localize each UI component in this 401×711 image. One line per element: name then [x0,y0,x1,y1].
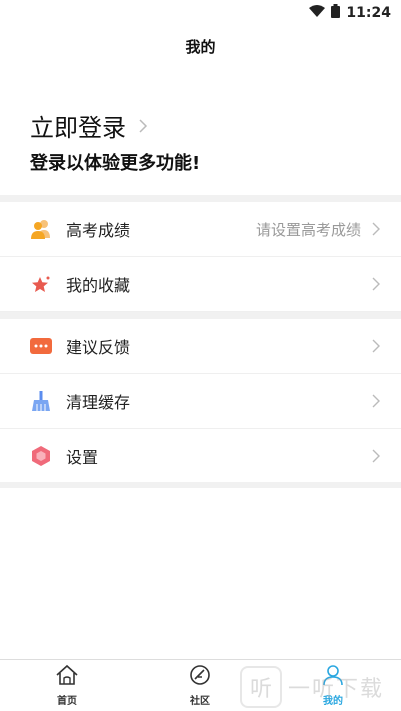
login-title[interactable]: 立即登录 [30,108,126,143]
tab-home[interactable]: 首页 [37,664,97,707]
menu-item-favorites[interactable]: 我的收藏 [0,257,401,312]
status-time: 11:24 [346,5,391,21]
home-icon [55,664,79,690]
divider [0,195,401,202]
broom-icon [30,390,52,412]
menu-item-settings[interactable]: 设置 [0,429,401,484]
login-subtitle: 登录以体验更多功能! [30,153,201,174]
menu-item-feedback[interactable]: 建议反馈 [0,319,401,374]
tab-label-community: 社区 [190,696,210,707]
watermark-logo: 听 [240,666,282,708]
chevron-right-icon [367,449,385,463]
menu-item-scores[interactable]: 高考成绩 请设置高考成绩 [0,202,401,257]
status-bar: 11:24 [0,0,401,26]
menu-label-settings: 设置 [66,448,99,467]
chevron-right-icon [367,339,385,353]
watermark-text: 一听下载 [288,677,385,702]
chevron-right-icon [367,394,385,408]
chevron-right-icon [138,112,148,140]
watermark: 听 一听下载 [240,666,400,708]
battery-icon [331,4,341,22]
star-icon [30,273,52,295]
divider [0,312,401,319]
tab-label-home: 首页 [57,696,77,707]
community-icon [188,664,212,690]
chevron-right-icon [367,222,385,236]
settings-hexagon-icon [30,445,52,467]
login-section[interactable]: 立即登录 登录以体验更多功能! [30,108,200,175]
tab-community[interactable]: 社区 [170,664,230,707]
menu-label-feedback: 建议反馈 [66,338,131,357]
user-group-icon [30,218,52,240]
scores-value: 请设置高考成绩 [255,220,361,239]
page-title: 我的 [185,38,216,56]
divider [0,482,401,488]
menu-label-clear-cache: 清理缓存 [66,393,131,412]
menu-label-favorites: 我的收藏 [66,276,131,295]
menu-label-scores: 高考成绩 [66,221,131,240]
chevron-right-icon [367,277,385,291]
wifi-icon [309,4,326,22]
menu-item-clear-cache[interactable]: 清理缓存 [0,374,401,429]
message-icon [30,335,52,357]
